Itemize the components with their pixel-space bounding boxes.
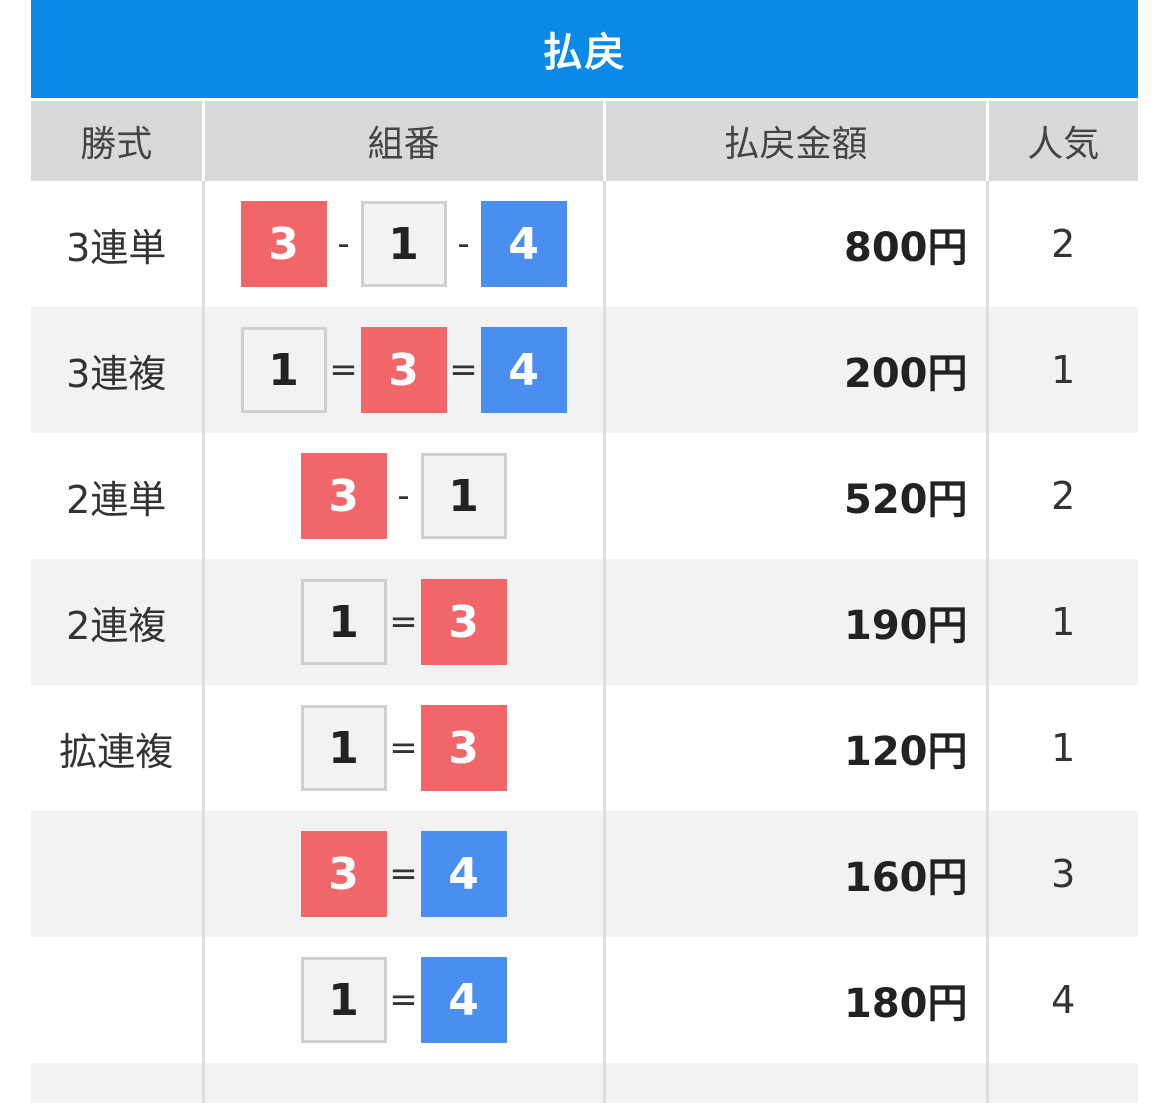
combo-cell: 1 = 4 bbox=[201, 937, 604, 1063]
bet-kind: 2連単 bbox=[31, 433, 203, 559]
boat-number-1: 1 bbox=[300, 705, 387, 791]
boat-number-3: 3 bbox=[420, 705, 507, 791]
payout-amount: 200円 bbox=[602, 307, 987, 433]
combo-separator: = bbox=[389, 980, 418, 1020]
combo: 1 = 3 bbox=[205, 559, 603, 685]
header-kind: 勝式 bbox=[31, 98, 203, 181]
boat-number-3: 3 bbox=[420, 579, 507, 665]
payout-amount: 190円 bbox=[602, 559, 987, 685]
boat-number-1: 1 bbox=[420, 453, 507, 539]
table-row: 3連単 3-1-4 800円 2 bbox=[31, 181, 1138, 307]
table-row: 3 = 4 160円 3 bbox=[31, 811, 1138, 937]
table-row: 2連単 3-1 520円 2 bbox=[31, 433, 1138, 559]
payout-panel: 払戻 勝式 組番 払戻金額 人気 3連単 3-1-4 800円 2 3連複 1 =… bbox=[31, 0, 1138, 1103]
combo-cell: 3-1 bbox=[201, 433, 604, 559]
combo-cell: 3-1-4 bbox=[201, 181, 604, 307]
combo-separator: = bbox=[389, 602, 418, 642]
empty-cell bbox=[201, 1063, 604, 1103]
payout-amount: 520円 bbox=[602, 433, 987, 559]
boat-number-3: 3 bbox=[360, 327, 447, 413]
popularity: 1 bbox=[985, 685, 1138, 811]
combo-separator: = bbox=[329, 350, 358, 390]
boat-number-3: 3 bbox=[300, 831, 387, 917]
payout-table: 勝式 組番 払戻金額 人気 3連単 3-1-4 800円 2 3連複 1 = 3 = 4… bbox=[31, 98, 1138, 1103]
bet-kind bbox=[31, 937, 203, 1063]
boat-number-1: 1 bbox=[360, 201, 447, 287]
table-row-partial bbox=[31, 1063, 1138, 1103]
boat-number-4: 4 bbox=[420, 831, 507, 917]
popularity: 3 bbox=[985, 811, 1138, 937]
popularity: 2 bbox=[985, 181, 1138, 307]
payout-amount: 120円 bbox=[602, 685, 987, 811]
boat-number-4: 4 bbox=[480, 201, 567, 287]
popularity: 1 bbox=[985, 307, 1138, 433]
header-popularity: 人気 bbox=[985, 98, 1138, 181]
combo-separator: = bbox=[389, 728, 418, 768]
boat-number-3: 3 bbox=[300, 453, 387, 539]
bet-kind bbox=[31, 811, 203, 937]
combo: 3-1 bbox=[205, 433, 603, 559]
payout-amount: 180円 bbox=[602, 937, 987, 1063]
combo-separator: - bbox=[337, 224, 350, 264]
popularity: 1 bbox=[985, 559, 1138, 685]
bet-kind: 3連複 bbox=[31, 307, 203, 433]
bet-kind: 2連複 bbox=[31, 559, 203, 685]
payout-amount: 160円 bbox=[602, 811, 987, 937]
combo-cell: 3 = 4 bbox=[201, 811, 604, 937]
combo: 1 = 3 = 4 bbox=[205, 307, 603, 433]
boat-number-1: 1 bbox=[300, 957, 387, 1043]
combo: 1 = 4 bbox=[205, 937, 603, 1063]
combo-cell: 1 = 3 bbox=[201, 685, 604, 811]
combo: 3-1-4 bbox=[205, 181, 603, 307]
bet-kind: 拡連複 bbox=[31, 685, 203, 811]
boat-number-4: 4 bbox=[480, 327, 567, 413]
payout-title: 払戻 bbox=[31, 0, 1138, 98]
boat-number-1: 1 bbox=[240, 327, 327, 413]
payout-amount: 800円 bbox=[602, 181, 987, 307]
empty-cell bbox=[985, 1063, 1138, 1103]
popularity: 2 bbox=[985, 433, 1138, 559]
boat-number-1: 1 bbox=[300, 579, 387, 665]
combo-separator: = bbox=[449, 350, 478, 390]
header-amount: 払戻金額 bbox=[602, 98, 987, 181]
combo: 3 = 4 bbox=[205, 811, 603, 937]
bet-kind: 3連単 bbox=[31, 181, 203, 307]
empty-cell bbox=[31, 1063, 203, 1103]
header-combo: 組番 bbox=[201, 98, 604, 181]
combo-cell: 1 = 3 bbox=[201, 559, 604, 685]
combo-cell: 1 = 3 = 4 bbox=[201, 307, 604, 433]
boat-number-3: 3 bbox=[240, 201, 327, 287]
table-row: 3連複 1 = 3 = 4 200円 1 bbox=[31, 307, 1138, 433]
table-row: 2連複 1 = 3 190円 1 bbox=[31, 559, 1138, 685]
combo: 1 = 3 bbox=[205, 685, 603, 811]
table-header-row: 勝式 組番 払戻金額 人気 bbox=[31, 98, 1138, 181]
combo-separator: = bbox=[389, 854, 418, 894]
combo-separator: - bbox=[397, 476, 410, 516]
combo-separator: - bbox=[457, 224, 470, 264]
empty-cell bbox=[602, 1063, 987, 1103]
popularity: 4 bbox=[985, 937, 1138, 1063]
table-row: 拡連複 1 = 3 120円 1 bbox=[31, 685, 1138, 811]
boat-number-4: 4 bbox=[420, 957, 507, 1043]
table-row: 1 = 4 180円 4 bbox=[31, 937, 1138, 1063]
